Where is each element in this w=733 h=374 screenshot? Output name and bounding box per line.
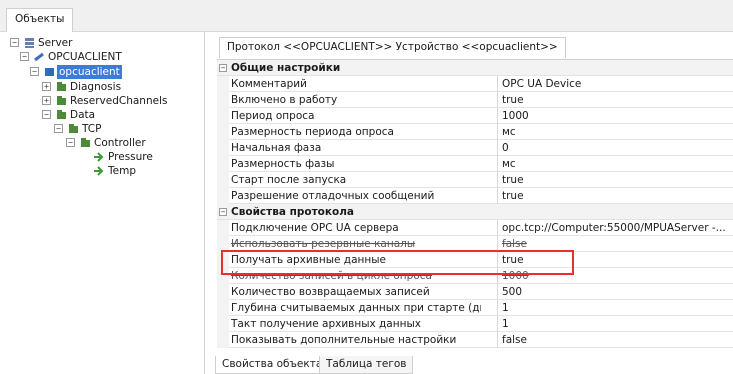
property-row[interactable]: Такт получение архивных данных 1 xyxy=(217,316,733,332)
tab-tag-table[interactable]: Таблица тегов xyxy=(319,356,414,374)
property-value[interactable]: 1 xyxy=(502,317,733,331)
property-name: Количество возвращаемых записей xyxy=(231,286,430,298)
property-name: Размерность периода опроса xyxy=(231,126,394,138)
property-row[interactable]: Старт после запуска true xyxy=(217,172,733,188)
property-value[interactable]: true xyxy=(502,93,733,107)
property-name: Комментарий xyxy=(231,78,307,90)
server-icon xyxy=(24,38,35,48)
property-name: Использовать резервные каналы xyxy=(231,238,416,250)
property-value[interactable]: 1 xyxy=(502,301,733,315)
properties-panel: Протокол <<OPCUACLIENT>> Устройство <<op… xyxy=(211,32,733,374)
folder-icon xyxy=(56,96,67,106)
property-name: Глубина считываемых данных при старте (д… xyxy=(231,302,481,314)
collapse-icon[interactable]: − xyxy=(219,208,227,216)
property-name: Размерность фазы xyxy=(231,158,335,170)
category-title: Свойства протокола xyxy=(231,206,355,218)
folder-icon xyxy=(68,124,79,134)
highlight-box xyxy=(221,250,574,275)
property-row[interactable]: Разрешение отладочных сообщений true xyxy=(217,188,733,204)
property-row[interactable]: Размерность фазы мс xyxy=(217,156,733,172)
property-row[interactable]: Начальная фаза 0 xyxy=(217,140,733,156)
tree-label: Pressure xyxy=(108,151,153,163)
property-name: Начальная фаза xyxy=(231,142,322,154)
collapse-icon[interactable]: − xyxy=(30,67,39,76)
property-value[interactable]: false xyxy=(502,333,733,347)
tree-label: Data xyxy=(70,109,96,121)
property-name: Разрешение отладочных сообщений xyxy=(231,190,435,202)
expand-icon[interactable]: + xyxy=(42,82,51,91)
tab-protocol-device[interactable]: Протокол <<OPCUACLIENT>> Устройство <<op… xyxy=(219,37,566,58)
property-value[interactable]: true xyxy=(502,189,733,203)
collapse-icon[interactable]: − xyxy=(10,38,19,47)
property-row[interactable]: Период опроса 1000 xyxy=(217,108,733,124)
connector-icon xyxy=(34,52,45,62)
top-tab-bar: Объекты xyxy=(0,0,733,32)
tag-icon xyxy=(94,152,105,162)
collapse-icon[interactable]: − xyxy=(66,138,75,147)
property-row[interactable]: Количество возвращаемых записей 500 xyxy=(217,284,733,300)
property-row[interactable]: Комментарий OPC UA Device xyxy=(217,76,733,92)
tab-object-properties[interactable]: Свойства объекта xyxy=(215,356,330,374)
property-name: Период опроса xyxy=(231,110,315,122)
category-protocol[interactable]: − Свойства протокола xyxy=(217,204,733,220)
property-row[interactable]: Показывать дополнительные настройки false xyxy=(217,332,733,348)
tree-label: Diagnosis xyxy=(70,81,122,93)
property-value[interactable]: мс xyxy=(502,125,733,139)
property-row[interactable]: Глубина считываемых данных при старте (д… xyxy=(217,300,733,316)
folder-icon xyxy=(80,138,91,148)
property-value[interactable]: opc.tcp://Computer:55000/MPUAServer -... xyxy=(502,221,733,235)
folder-icon xyxy=(56,110,67,120)
tree-label: OPCUACLIENT xyxy=(48,51,122,63)
property-name: Включено в работу xyxy=(231,94,338,106)
collapse-icon[interactable]: − xyxy=(54,124,63,133)
property-name: Подключение OPC UA сервера xyxy=(231,222,399,234)
expand-icon[interactable]: + xyxy=(42,96,51,105)
property-name: Такт получение архивных данных xyxy=(231,318,421,330)
category-general[interactable]: − Общие настройки xyxy=(217,60,733,76)
tree-label: TCP xyxy=(82,123,102,135)
device-icon xyxy=(44,67,55,77)
category-title: Общие настройки xyxy=(231,62,341,74)
tree-label: Controller xyxy=(94,137,146,149)
property-row[interactable]: Размерность периода опроса мс xyxy=(217,124,733,140)
property-grid[interactable]: − Общие настройки Комментарий OPC UA Devi… xyxy=(217,59,733,348)
property-value[interactable]: 1000 xyxy=(502,109,733,123)
tab-objects[interactable]: Объекты xyxy=(6,8,74,32)
tag-icon xyxy=(94,166,105,176)
property-value[interactable]: OPC UA Device xyxy=(502,77,733,91)
property-name: Старт после запуска xyxy=(231,174,347,186)
collapse-icon[interactable]: − xyxy=(42,110,51,119)
property-value[interactable]: 500 xyxy=(502,285,733,299)
property-name: Показывать дополнительные настройки xyxy=(231,334,457,346)
tree-label: ReservedChannels xyxy=(70,95,168,107)
tree-label: Server xyxy=(38,37,73,49)
tree-label: Temp xyxy=(108,165,136,177)
property-row[interactable]: Включено в работу true xyxy=(217,92,733,108)
property-value[interactable]: false xyxy=(502,237,733,251)
object-tree[interactable]: − Server − OPCUACLIENT − opcuaclient + D… xyxy=(0,32,205,374)
collapse-icon[interactable]: − xyxy=(20,52,29,61)
collapse-icon[interactable]: − xyxy=(219,64,227,72)
property-value[interactable]: 0 xyxy=(502,141,733,155)
property-value[interactable]: true xyxy=(502,173,733,187)
folder-icon xyxy=(56,82,67,92)
property-value[interactable]: мс xyxy=(502,157,733,171)
tree-label: opcuaclient xyxy=(57,65,122,79)
property-row[interactable]: Подключение OPC UA сервера opc.tcp://Comp… xyxy=(217,220,733,236)
